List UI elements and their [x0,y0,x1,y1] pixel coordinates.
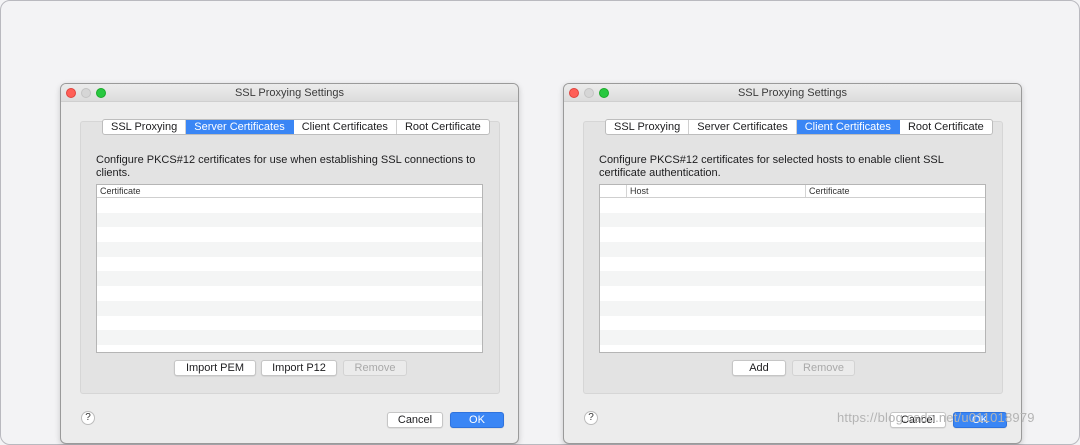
tab-client-certificates[interactable]: Client Certificates [796,120,900,134]
table-row [97,256,482,272]
minimize-window-icon [81,88,91,98]
right-settings-window: SSL Proxying Settings SSL Proxying Serve… [563,83,1022,444]
import-p12-button[interactable]: Import P12 [261,360,337,376]
tab-root-certificate[interactable]: Root Certificate [900,120,992,134]
table-row [97,198,482,213]
tab-root-certificate[interactable]: Root Certificate [397,120,489,134]
window-titlebar: SSL Proxying Settings [564,84,1021,102]
close-window-icon[interactable] [569,88,579,98]
watermark-text: https://blog.csdn.net/u011018979 [837,410,1035,425]
table-row [600,330,985,345]
table-row [600,212,985,228]
table-row [600,198,985,213]
client-certificates-table[interactable]: Host Certificate [599,184,986,353]
left-settings-window: SSL Proxying Settings SSL Proxying Serve… [60,83,519,444]
table-row [600,256,985,272]
table-row [97,271,482,287]
column-header-certificate[interactable]: Certificate [97,185,482,197]
table-header: Certificate [97,185,482,198]
certificates-table[interactable]: Certificate [96,184,483,353]
table-row [97,286,482,301]
zoom-window-icon[interactable] [599,88,609,98]
table-body [600,198,985,352]
cancel-button[interactable]: Cancel [387,412,443,428]
table-header: Host Certificate [600,185,985,198]
table-row [600,242,985,257]
tab-bar: SSL Proxying Server Certificates Client … [605,119,993,135]
table-row [97,212,482,228]
table-row [600,227,985,243]
help-button[interactable]: ? [81,411,95,425]
import-pem-button[interactable]: Import PEM [174,360,256,376]
table-row [97,242,482,257]
close-window-icon[interactable] [66,88,76,98]
traffic-lights [66,88,106,98]
remove-button[interactable]: Remove [792,360,855,376]
tab-server-certificates[interactable]: Server Certificates [689,120,797,134]
table-row [600,315,985,331]
table-row [97,344,482,352]
tab-ssl-proxying[interactable]: SSL Proxying [103,120,187,134]
table-row [97,315,482,331]
screenshot-frame: SSL Proxying Settings SSL Proxying Serve… [0,0,1080,445]
zoom-window-icon[interactable] [96,88,106,98]
column-header-certificate[interactable]: Certificate [806,185,985,197]
traffic-lights [569,88,609,98]
column-header-host[interactable]: Host [627,185,806,197]
tab-bar: SSL Proxying Server Certificates Client … [102,119,490,135]
window-title: SSL Proxying Settings [234,87,345,99]
remove-button[interactable]: Remove [343,360,407,376]
table-row [97,227,482,243]
add-button[interactable]: Add [732,360,786,376]
ok-button[interactable]: OK [450,412,504,428]
tab-client-certificates[interactable]: Client Certificates [294,120,397,134]
table-row [600,286,985,301]
table-row [600,271,985,287]
section-description: Configure PKCS#12 certificates for selec… [599,154,944,179]
tab-ssl-proxying[interactable]: SSL Proxying [606,120,690,134]
table-row [600,300,985,316]
window-title: SSL Proxying Settings [737,87,848,99]
window-titlebar: SSL Proxying Settings [61,84,518,102]
table-row [600,344,985,352]
tab-server-certificates[interactable]: Server Certificates [186,120,294,134]
section-description: Configure PKCS#12 certificates for use w… [96,154,476,179]
table-row [97,330,482,345]
table-row [97,300,482,316]
minimize-window-icon [584,88,594,98]
help-button[interactable]: ? [584,411,598,425]
column-header-checkbox[interactable] [600,185,627,197]
table-body [97,198,482,352]
